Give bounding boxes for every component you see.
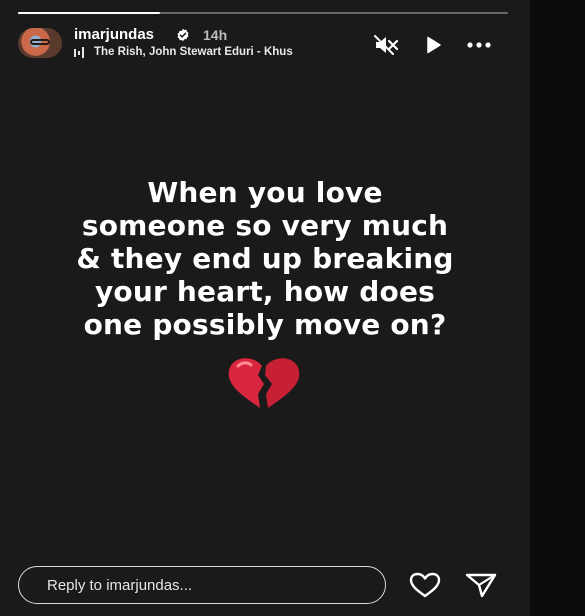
username[interactable]: imarjundas (74, 26, 154, 43)
broken-heart-emoji (228, 358, 300, 408)
page-margin (530, 0, 585, 616)
reply-input[interactable] (18, 566, 386, 604)
story-viewer: imarjundas 14h The Rish, John Stewart Ed… (0, 0, 530, 616)
heart-icon[interactable] (408, 571, 442, 599)
verified-badge-icon (177, 28, 189, 42)
story-header: imarjundas 14h The Rish, John Stewart Ed… (18, 26, 508, 64)
more-options-icon[interactable] (466, 34, 492, 56)
avatar[interactable] (18, 28, 62, 58)
music-bars-icon (74, 47, 84, 58)
post-time: 14h (203, 27, 228, 43)
story-caption: When you love someone so very much & the… (76, 176, 454, 341)
music-attribution[interactable]: The Rish, John Stewart Eduri - Khus (74, 46, 374, 60)
story-progress-fill (18, 12, 161, 14)
muted-speaker-icon[interactable] (373, 34, 399, 56)
play-icon[interactable] (420, 34, 446, 56)
send-icon[interactable] (464, 571, 498, 599)
story-progress-bar (18, 12, 508, 14)
music-label: The Rish, John Stewart Eduri - Khus (94, 46, 293, 58)
